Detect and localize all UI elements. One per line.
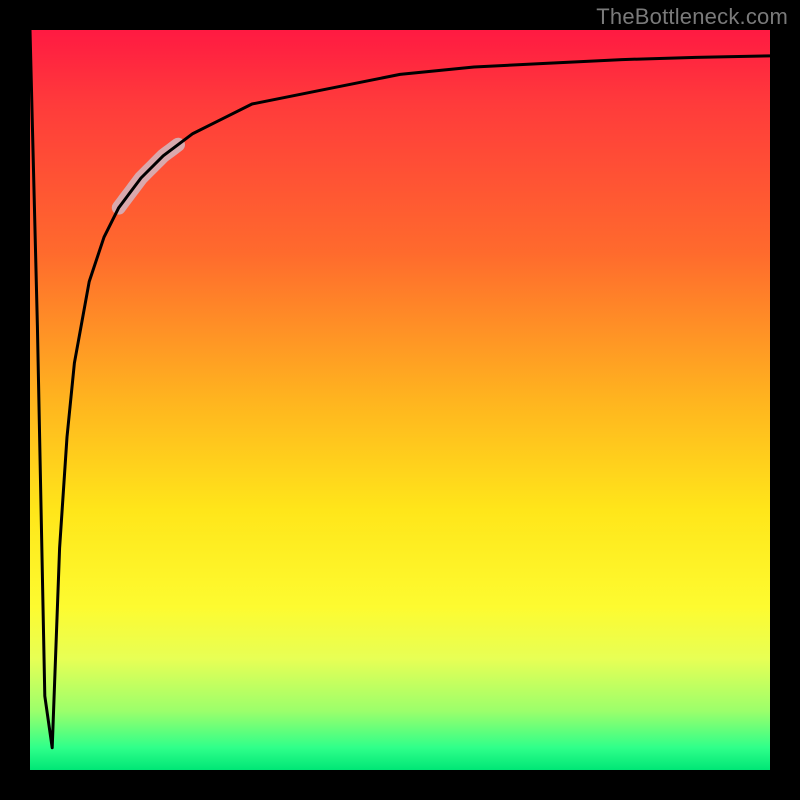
bottleneck-curve [30,30,770,748]
curve-layer [30,30,770,770]
chart-frame: TheBottleneck.com [0,0,800,800]
plot-area [30,30,770,770]
attribution-text: TheBottleneck.com [596,4,788,30]
